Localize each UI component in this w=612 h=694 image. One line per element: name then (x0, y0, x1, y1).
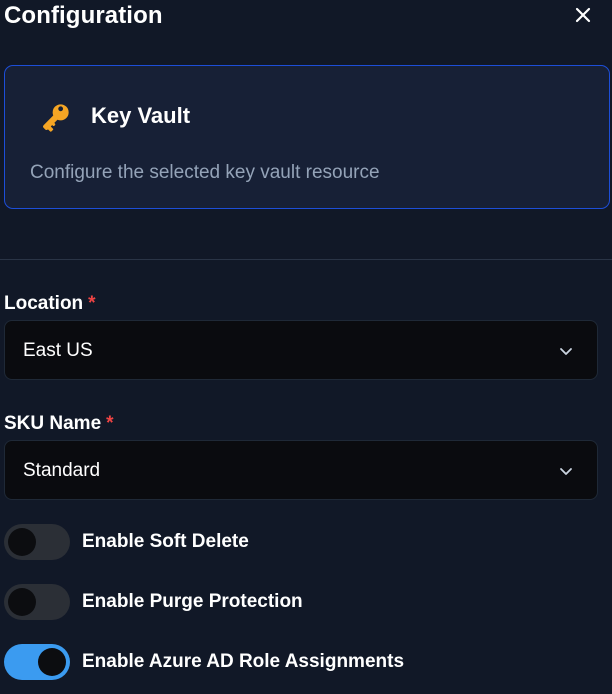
location-label-text: Location (4, 293, 84, 314)
sku-label: SKU Name * (4, 413, 114, 435)
sku-select[interactable]: Standard (4, 440, 598, 500)
resource-card: Key Vault Configure the selected key vau… (4, 65, 610, 209)
location-label: Location * (4, 293, 96, 315)
azure-ad-role-label: Enable Azure AD Role Assignments (82, 651, 405, 672)
section-divider (0, 259, 612, 260)
toggle-knob (38, 648, 66, 676)
soft-delete-label: Enable Soft Delete (82, 531, 249, 552)
toggle-knob (8, 588, 36, 616)
close-icon[interactable] (572, 4, 594, 26)
purge-protection-label: Enable Purge Protection (82, 591, 303, 612)
required-mark: * (88, 293, 96, 314)
chevron-down-icon (560, 468, 572, 475)
resource-name: Key Vault (91, 103, 191, 128)
location-select[interactable]: East US (4, 320, 598, 380)
sku-value: Standard (23, 460, 101, 481)
purge-protection-toggle[interactable] (4, 584, 70, 620)
chevron-down-icon (560, 348, 572, 355)
location-value: East US (23, 340, 93, 361)
sku-label-text: SKU Name (4, 413, 102, 434)
configuration-panel: Configuration Key Vault Configure the se… (0, 0, 612, 694)
soft-delete-toggle[interactable] (4, 524, 70, 560)
required-mark: * (106, 413, 114, 434)
azure-ad-role-toggle[interactable] (4, 644, 70, 680)
key-icon (43, 104, 69, 132)
panel-title: Configuration (4, 2, 163, 29)
toggle-knob (8, 528, 36, 556)
resource-description: Configure the selected key vault resourc… (30, 162, 380, 183)
